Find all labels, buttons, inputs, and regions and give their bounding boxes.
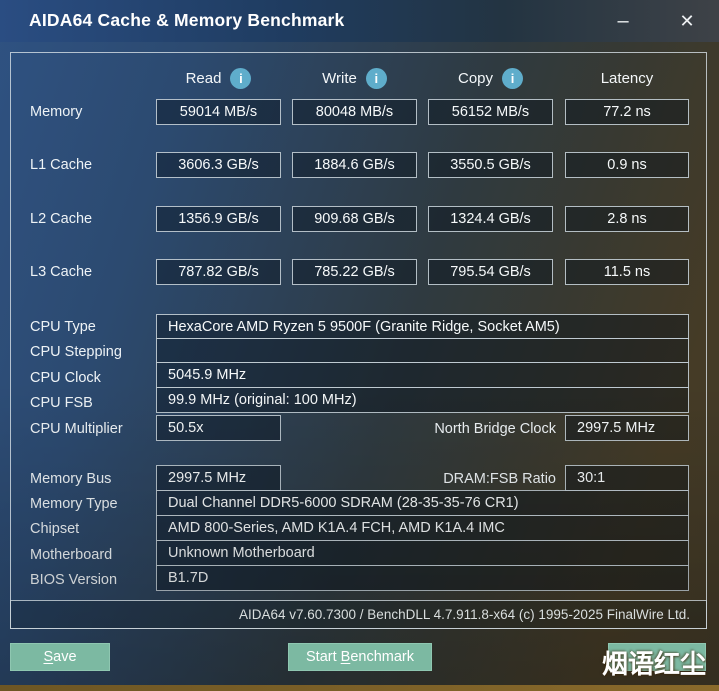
aida64-benchmark-window: AIDA64 Cache & Memory Benchmark – ✕ Read… xyxy=(0,0,719,691)
close-button[interactable]: ✕ xyxy=(664,0,710,42)
watermark-text: 烟语红尘 xyxy=(602,649,707,679)
bottom-edge-strip xyxy=(0,685,719,691)
content-panel xyxy=(10,52,707,629)
save-button[interactable]: Save xyxy=(10,643,110,671)
start-benchmark-button-label: Start Benchmark xyxy=(306,649,414,665)
save-button-label: Save xyxy=(43,649,77,665)
title-bar: AIDA64 Cache & Memory Benchmark – ✕ xyxy=(0,0,719,42)
minimize-icon: – xyxy=(617,9,629,32)
version-text: AIDA64 v7.60.7300 / BenchDLL 4.7.911.8-x… xyxy=(238,607,690,622)
window-title: AIDA64 Cache & Memory Benchmark xyxy=(29,10,345,30)
minimize-button[interactable]: – xyxy=(600,0,646,42)
version-footer: AIDA64 v7.60.7300 / BenchDLL 4.7.911.8-x… xyxy=(10,600,707,629)
start-benchmark-button[interactable]: Start Benchmark xyxy=(288,643,432,671)
close-icon: ✕ xyxy=(679,10,695,31)
